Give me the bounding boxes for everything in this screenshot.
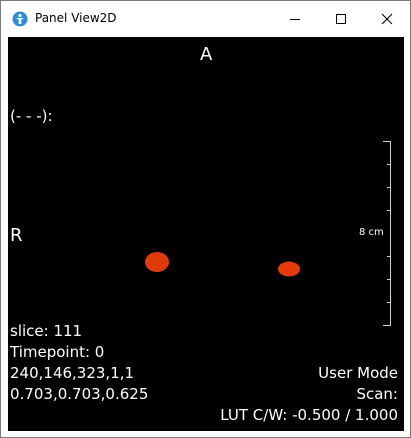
- minimize-button[interactable]: [272, 1, 318, 37]
- app-icon: [12, 11, 28, 27]
- title-bar[interactable]: Panel View2D: [1, 1, 410, 37]
- window-title: Panel View2D: [35, 11, 117, 25]
- maximize-icon: [336, 14, 346, 24]
- scale-bar: [383, 141, 393, 326]
- lut-info: LUT C/W: -0.500 / 1.000: [220, 406, 398, 424]
- mode-info: User Mode: [318, 364, 398, 382]
- close-button[interactable]: [364, 1, 410, 37]
- lesion-left: [145, 252, 169, 272]
- orientation-label-top: A: [200, 44, 213, 65]
- dimensions-info: 240,146,323,1,1: [10, 364, 135, 382]
- scale-bar-label: 8 cm: [359, 227, 384, 238]
- scan-info: Scan:: [356, 385, 398, 403]
- slice-info: slice: 111: [10, 322, 83, 340]
- timepoint-info: Timepoint: 0: [10, 343, 105, 361]
- orientation-label-left: R: [10, 225, 23, 246]
- image-viewport[interactable]: A R (- - -): 8 cm slice: 111 Timepoint: …: [8, 37, 404, 431]
- close-icon: [381, 13, 393, 25]
- spacing-info: 0.703,0.703,0.625: [10, 385, 149, 403]
- cursor-value-readout: (- - -):: [10, 107, 53, 125]
- maximize-button[interactable]: [318, 1, 364, 37]
- lesion-right: [278, 261, 300, 277]
- minimize-icon: [290, 19, 300, 20]
- panel-view2d-window: Panel View2D A R (- - -): 8 cm slice: 11…: [0, 0, 411, 438]
